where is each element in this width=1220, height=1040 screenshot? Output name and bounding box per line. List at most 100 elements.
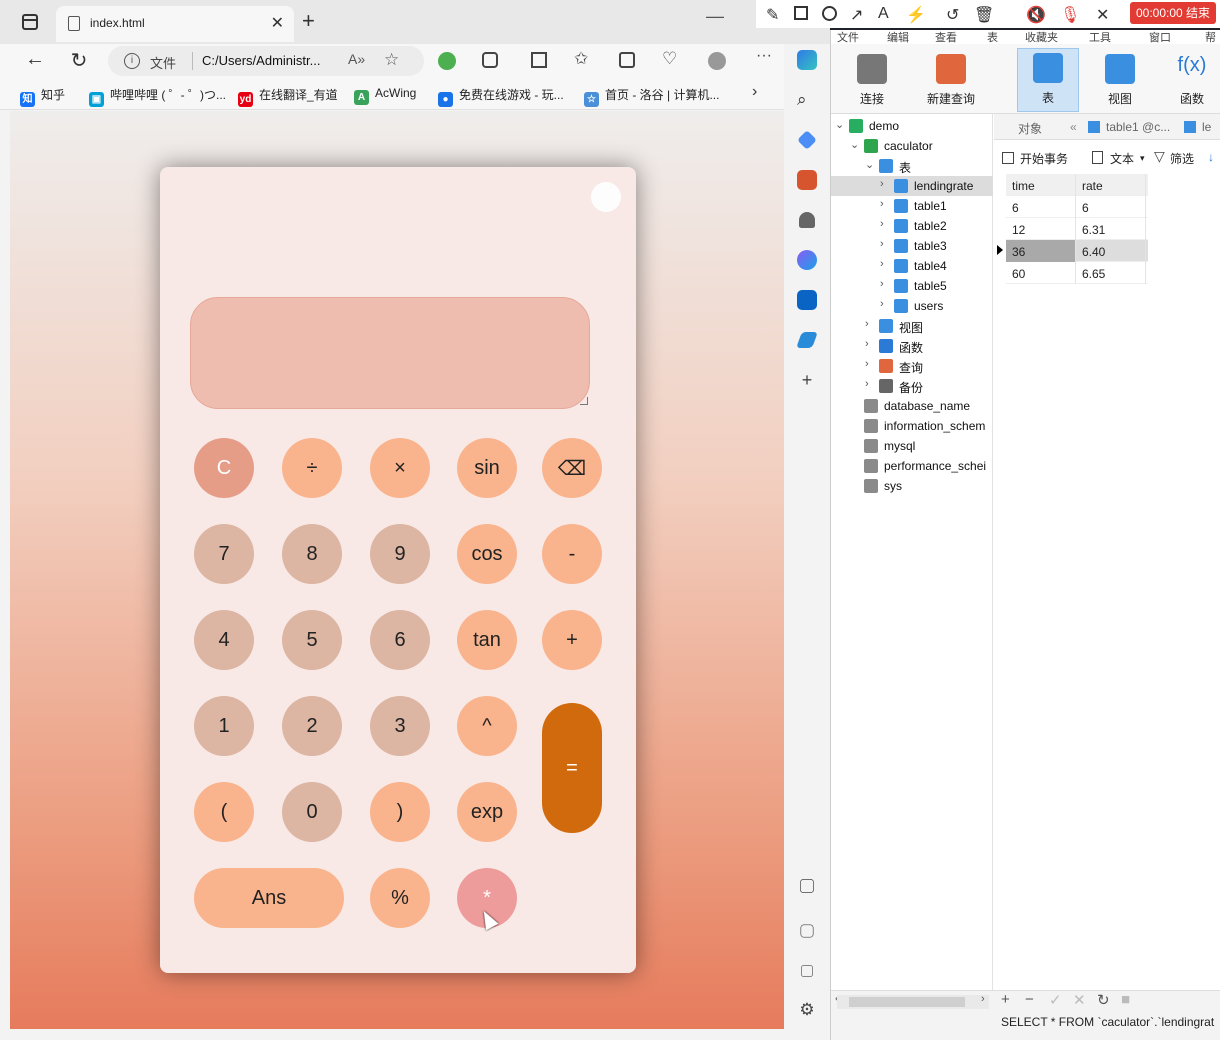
tab-lendingrate[interactable]: le: [1202, 120, 1211, 134]
collapse-arrow-icon[interactable]: ⌄: [835, 118, 844, 131]
key-[interactable]: +: [542, 610, 602, 670]
grid-cell[interactable]: 6.40: [1076, 240, 1146, 262]
tree-group-functions[interactable]: › 函数: [831, 336, 993, 356]
apply-changes-icon[interactable]: ✓: [1049, 991, 1062, 1009]
read-aloud-icon[interactable]: A»: [348, 51, 365, 67]
tree-group-tables[interactable]: ⌄ 表: [831, 156, 993, 176]
recording-timer[interactable]: 00:00:00 结束: [1130, 2, 1216, 24]
begin-transaction-button[interactable]: 开始事务: [1020, 150, 1068, 167]
tab-objects[interactable]: 对象: [1018, 120, 1042, 137]
expand-arrow-icon[interactable]: ›: [880, 198, 884, 210]
speaker-muted-icon[interactable]: 🔇: [1026, 5, 1046, 25]
key-6[interactable]: 6: [370, 610, 430, 670]
text-tool-icon[interactable]: A: [878, 5, 889, 23]
open-external-icon[interactable]: [801, 965, 813, 977]
add-sidebar-app-icon[interactable]: +: [797, 370, 817, 390]
pen-icon[interactable]: ✎: [766, 5, 779, 25]
expand-arrow-icon[interactable]: ›: [865, 358, 869, 370]
expand-arrow-icon[interactable]: ›: [865, 318, 869, 330]
sort-icon[interactable]: ↓: [1208, 150, 1214, 164]
close-recorder-icon[interactable]: ✕: [1096, 5, 1109, 25]
table-row[interactable]: 12 6.31: [1006, 218, 1148, 240]
key-C[interactable]: C: [194, 438, 254, 498]
favorite-star-icon[interactable]: ☆: [384, 50, 399, 70]
refresh-icon[interactable]: ↻: [66, 48, 92, 73]
grid-cell[interactable]: 36: [1006, 240, 1076, 262]
tree-db-caculator[interactable]: ⌄ caculator: [831, 136, 993, 156]
grid-cell[interactable]: 12: [1006, 218, 1076, 240]
bookmark-item[interactable]: ☆ 首页 - 洛谷 | 计算机...: [584, 86, 719, 107]
bookmark-item[interactable]: ● 免费在线游戏 - 玩...: [438, 86, 564, 107]
send-icon[interactable]: [796, 332, 818, 348]
grid-cell[interactable]: 60: [1006, 262, 1076, 284]
toolbar-connect-button[interactable]: 连接: [841, 50, 903, 107]
key-[interactable]: ×: [370, 438, 430, 498]
bookmarks-more-icon[interactable]: ›: [752, 83, 757, 101]
column-header-rate[interactable]: rate: [1076, 174, 1146, 196]
close-tab-icon[interactable]: ✕: [271, 13, 284, 33]
tree-table-table2[interactable]: › table2: [831, 216, 993, 236]
key-7[interactable]: 7: [194, 524, 254, 584]
menu-item[interactable]: 编辑: [887, 30, 909, 44]
tree-group-backups[interactable]: › 备份: [831, 376, 993, 396]
menu-item[interactable]: 帮助: [1205, 30, 1220, 44]
circle-icon[interactable]: [822, 6, 837, 21]
tools-briefcase-icon[interactable]: [797, 170, 817, 190]
key-[interactable]: -: [542, 524, 602, 584]
address-bar[interactable]: i 文件 C:/Users/Administr... A» ☆: [108, 46, 424, 76]
key-3[interactable]: 3: [370, 696, 430, 756]
games-chess-icon[interactable]: [799, 212, 815, 228]
expand-arrow-icon[interactable]: ›: [880, 278, 884, 290]
table-row[interactable]: 66: [1006, 196, 1148, 218]
table-row[interactable]: 36 6.40: [997, 240, 1148, 262]
grid-cell[interactable]: 6.65: [1076, 262, 1146, 284]
filter-button[interactable]: 筛选: [1170, 150, 1194, 167]
hide-sidebar-icon[interactable]: [800, 924, 814, 938]
bookmark-item[interactable]: A AcWing: [354, 86, 416, 105]
tree-db-mysql[interactable]: mysql: [831, 436, 993, 456]
microsoft365-icon[interactable]: [797, 250, 817, 270]
more-options-icon[interactable]: ···: [756, 47, 774, 65]
profile-avatar[interactable]: [708, 52, 726, 70]
tree-table-table4[interactable]: › table4: [831, 256, 993, 276]
key-1[interactable]: 1: [194, 696, 254, 756]
key-0[interactable]: 0: [282, 782, 342, 842]
stop-icon[interactable]: ■: [1121, 991, 1130, 1008]
key-cos[interactable]: cos: [457, 524, 517, 584]
theme-toggle-button[interactable]: [591, 182, 621, 212]
browser-essentials-icon[interactable]: ♡: [662, 49, 680, 68]
dropdown-icon[interactable]: ▾: [1140, 153, 1145, 164]
key-[interactable]: (: [194, 782, 254, 842]
delete-record-icon[interactable]: −: [1025, 991, 1034, 1008]
menu-item[interactable]: 工具: [1089, 30, 1111, 44]
menu-item[interactable]: 文件: [837, 30, 859, 44]
grid-cell[interactable]: 6: [1076, 196, 1146, 218]
screenshot-icon[interactable]: [800, 879, 814, 893]
url-text[interactable]: C:/Users/Administr...: [202, 53, 320, 68]
expand-arrow-icon[interactable]: ›: [880, 238, 884, 250]
back-icon[interactable]: ←: [22, 48, 48, 71]
extension-plus-icon[interactable]: [438, 52, 456, 70]
toolbar-views-button[interactable]: 视图: [1089, 50, 1151, 107]
key-[interactable]: ⌫: [542, 438, 602, 498]
add-record-icon[interactable]: +: [1001, 991, 1010, 1008]
arrow-icon[interactable]: ↗: [850, 5, 863, 25]
resize-grip-icon[interactable]: [580, 397, 588, 405]
tree-db-sys[interactable]: sys: [831, 476, 993, 496]
key-[interactable]: %: [370, 868, 430, 928]
key-8[interactable]: 8: [282, 524, 342, 584]
trash-icon[interactable]: 🗑: [974, 5, 994, 25]
search-icon[interactable]: ⌕: [797, 90, 817, 110]
info-icon[interactable]: i: [124, 53, 140, 69]
discard-changes-icon[interactable]: ✕: [1073, 991, 1086, 1009]
collapse-arrow-icon[interactable]: ⌄: [850, 138, 859, 151]
minimize-icon[interactable]: —: [706, 6, 724, 27]
toolbar-new-query-button[interactable]: 新建查询: [916, 50, 986, 107]
split-screen-icon[interactable]: [531, 52, 547, 68]
tree-table-lendingrate[interactable]: › lendingrate: [831, 176, 993, 196]
toolbar-tables-button[interactable]: 表: [1017, 48, 1079, 112]
outlook-icon[interactable]: [797, 290, 817, 310]
key-sin[interactable]: sin: [457, 438, 517, 498]
key-9[interactable]: 9: [370, 524, 430, 584]
expand-arrow-icon[interactable]: ›: [865, 378, 869, 390]
